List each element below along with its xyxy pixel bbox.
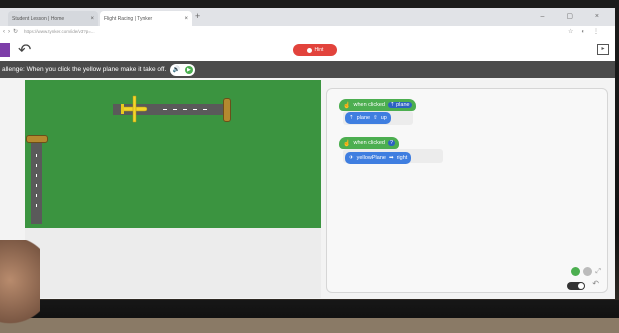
new-tab-icon[interactable]: + xyxy=(195,11,200,21)
action-verb: right xyxy=(396,155,408,161)
game-stage[interactable] xyxy=(25,80,321,228)
hand-pointer-icon: ☝ xyxy=(343,140,351,147)
runway-marking xyxy=(36,154,37,157)
sprite-icon: ⇡ xyxy=(349,115,354,121)
runway-marking xyxy=(36,204,37,207)
move-block[interactable]: ✈ yellowPlane ➡ right xyxy=(345,152,412,164)
play-icon[interactable]: ▶ xyxy=(184,65,193,74)
yellow-plane[interactable] xyxy=(119,94,149,124)
toggle-knob xyxy=(578,283,584,289)
nav-buttons[interactable]: ‹›↻ xyxy=(3,28,21,35)
address-bar: ‹›↻ https://www.tynker.com/ide/v3?p=... … xyxy=(0,26,615,40)
runway-marking xyxy=(173,109,177,110)
tab-flight-racing[interactable]: Flight Racing | Tynker × xyxy=(100,11,192,26)
url-field[interactable]: https://www.tynker.com/ide/v3?p=... xyxy=(24,29,544,37)
run-button[interactable]: Hint xyxy=(293,44,337,56)
runway-marking xyxy=(193,109,197,110)
workspace-zoom-tools: ⤢ xyxy=(571,267,601,276)
undo-icon[interactable]: ↶ xyxy=(18,40,31,60)
when-clicked-block[interactable]: ☝ when clicked ⇡ plane xyxy=(339,99,416,111)
move-block[interactable]: ⇡ plane ⇧ up xyxy=(345,112,391,124)
exit-fullscreen-icon[interactable]: ▸ xyxy=(597,44,609,55)
runway-marking xyxy=(36,194,37,197)
runway-marking xyxy=(203,109,207,110)
event-label: when clicked xyxy=(353,140,385,146)
action-target: yellowPlane xyxy=(356,155,386,161)
browser-tab-strip: Student Lesson | Home × Flight Racing | … xyxy=(0,8,615,26)
code-workspace[interactable]: ☝ when clicked ⇡ plane ⇡ plane ⇧ up ☝ wh… xyxy=(326,88,608,293)
audio-control[interactable]: 🔊 ▶ xyxy=(170,63,196,76)
event-label: when clicked xyxy=(353,102,385,108)
browser-extension-icons[interactable]: ☆◐⋮ xyxy=(568,28,607,35)
barrier-vertical xyxy=(26,135,48,143)
window-controls[interactable]: – ▢ × xyxy=(541,12,609,20)
settings-icon[interactable] xyxy=(583,267,593,276)
run-button-label: Hint xyxy=(314,47,324,53)
runway-marking xyxy=(36,164,37,167)
app-toolbar: ↶ Hint ▸ xyxy=(0,39,615,61)
barrier-horizontal xyxy=(223,98,231,122)
when-clicked-block[interactable]: ☝ when clicked ? xyxy=(339,137,400,149)
direction-right-icon: ➡ xyxy=(388,155,394,161)
runway-vertical xyxy=(31,142,42,224)
tab-title: Student Lesson | Home xyxy=(12,15,65,22)
workspace-undo-icon[interactable]: ↶ xyxy=(592,279,599,288)
tab-student-lesson[interactable]: Student Lesson | Home × xyxy=(8,11,98,26)
runway-marking xyxy=(36,174,37,177)
close-tab-icon[interactable]: × xyxy=(90,16,94,22)
direction-up-icon: ⇧ xyxy=(373,115,378,121)
challenge-text: allenge: When you click the yellow plane… xyxy=(2,66,167,73)
runway-marking xyxy=(163,109,167,110)
challenge-bar: allenge: When you click the yellow plane… xyxy=(0,61,615,78)
close-tab-icon[interactable]: × xyxy=(184,16,188,22)
action-verb: up xyxy=(380,115,387,121)
speaker-icon[interactable]: 🔊 xyxy=(173,66,180,73)
runway-marking xyxy=(183,109,187,110)
zoom-reset-icon[interactable] xyxy=(571,267,581,276)
tab-title: Flight Racing | Tynker xyxy=(104,15,153,22)
hand-pointer-icon: ☝ xyxy=(343,102,351,109)
stage-lower-area xyxy=(25,228,321,298)
desk xyxy=(0,318,619,333)
record-icon xyxy=(306,47,312,53)
menu-tab[interactable] xyxy=(0,43,10,57)
hand xyxy=(0,240,40,333)
code-toggle[interactable] xyxy=(567,282,585,290)
action-target: plane xyxy=(356,115,371,121)
zoom-icon[interactable]: ⤢ xyxy=(595,268,601,276)
event-target-pill[interactable]: ⇡ plane xyxy=(387,102,412,108)
screen: Student Lesson | Home × Flight Racing | … xyxy=(0,8,615,299)
sprite-icon: ✈ xyxy=(349,155,354,161)
event-target-pill[interactable]: ? xyxy=(387,140,396,146)
runway-marking xyxy=(36,184,37,187)
